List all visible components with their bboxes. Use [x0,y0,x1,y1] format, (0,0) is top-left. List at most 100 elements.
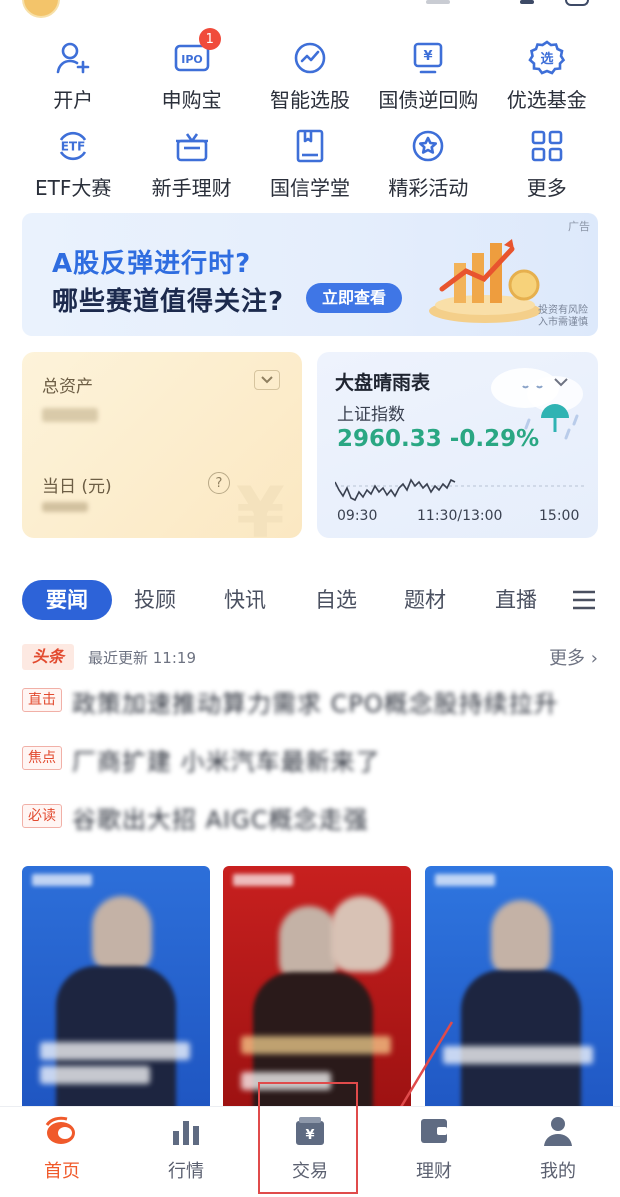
weather-title: 大盘晴雨表 [335,372,431,394]
grid-item-guosen-academy[interactable]: 国信学堂 [251,122,369,208]
brand-logo [435,874,495,886]
tabbar-finance[interactable]: 理财 [372,1107,496,1197]
grid-item-open-account[interactable]: 开户 [14,34,132,122]
ad-banner[interactable]: 广告 A股反弹进行时? 哪些赛道值得关注? 立即查看 投资有风险 入市需谨慎 [22,213,598,336]
tab-flash[interactable]: 快讯 [224,580,266,620]
grid-item-ipo[interactable]: IPO 1 申购宝 [132,28,250,122]
tabbar-label: 行情 [168,1161,204,1182]
grid-item-etf-contest[interactable]: ETF ETF大赛 [14,122,132,208]
quick-grid-row-1: 开户 IPO 1 申购宝 智能选股 ¥ 国债逆回购 选 优选基金 [14,28,606,122]
avatar[interactable] [22,0,60,18]
yen-doc-icon: ¥ [408,38,448,78]
presenter-photo [279,906,339,982]
grid-label: 智能选股 [269,88,350,112]
toutiao-logo: 头条 [22,644,74,670]
grid-label: ETF大赛 [35,176,112,200]
presenter-photo [491,900,551,976]
chevron-right-icon: › [590,648,598,669]
quick-grid: 开户 IPO 1 申购宝 智能选股 ¥ 国债逆回购 选 优选基金 ETF ETF… [14,28,606,208]
presenter-photo [56,966,176,1106]
tab-advisor[interactable]: 投顾 [134,580,176,620]
tabbar-label: 首页 [44,1161,80,1182]
tabbar-market[interactable]: 行情 [124,1107,248,1197]
news-tabs: 要闻 投顾 快讯 自选 题材 直播 [22,580,602,620]
coin-chart-illustration [429,239,541,323]
headlines-header: 头条 最近更新 11:19 更多 › [22,644,598,670]
chevron-down-icon[interactable] [553,372,569,391]
index-name: 上证指数 [337,405,405,425]
video-caption [40,1066,150,1084]
grid-label: 新手理财 [151,176,232,200]
risk-notice: 投资有风险 入市需谨慎 [538,305,588,328]
news-title: 厂商扩建 小米汽车最新来了 [72,748,381,776]
today-pnl-value [42,502,88,512]
banner-headline: A股反弹进行时? [52,249,252,279]
tab-live[interactable]: 直播 [495,580,537,620]
grid-label: 国信学堂 [269,176,350,200]
video-card[interactable] [22,866,210,1106]
grid-label: 国债逆回购 [378,88,479,112]
tabbar-home[interactable]: 首页 [0,1107,124,1197]
gift-box-icon [172,126,212,166]
star-circle-icon [408,126,448,166]
tabbar-label: 我的 [540,1161,576,1182]
grid-label: 精彩活动 [388,176,469,200]
grid-label: 优选基金 [506,88,587,112]
menu-icon[interactable] [572,588,596,612]
grid-item-more[interactable]: 更多 [488,122,606,208]
svg-text:IPO: IPO [181,53,203,66]
svg-text:ETF: ETF [61,140,86,154]
search-icon[interactable] [426,0,450,4]
axis-tick: 11:30/13:00 [417,508,503,524]
today-pnl-label: 当日 (元) [42,477,112,497]
axis-tick: 15:00 [539,508,580,524]
headset-icon[interactable] [520,0,534,4]
ad-tag: 广告 [568,220,590,233]
grid-more-icon [527,126,567,166]
more-link[interactable]: 更多 › [549,644,598,670]
news-tag: 焦点 [22,746,62,770]
banner-cta-button[interactable]: 立即查看 [306,283,403,313]
quick-grid-row-2: ETF ETF大赛 新手理财 国信学堂 精彩活动 更多 [14,122,606,208]
news-item[interactable]: 直击 政策加速推动算力需求 CPO概念股持续拉升 [22,684,598,718]
news-item[interactable]: 必读 谷歌出大招 AIGC概念走强 [22,800,598,834]
help-icon[interactable]: ? [208,472,230,494]
brand-logo [32,874,92,886]
svg-text:¥: ¥ [424,49,433,64]
svg-text:选: 选 [540,51,553,67]
tab-watchlist[interactable]: 自选 [315,580,357,620]
xuan-badge-icon: 选 [527,38,567,78]
chevron-down-icon[interactable] [254,370,280,390]
tab-themes[interactable]: 题材 [404,580,446,620]
market-weather-card[interactable]: 大盘晴雨表 上证指数 2960.33 -0.29% 09:30 11:30/13… [317,352,598,538]
grid-item-activities[interactable]: 精彩活动 [369,122,487,208]
top-strip [0,0,620,18]
grid-item-beginner-finance[interactable]: 新手理财 [132,122,250,208]
grid-item-preferred-funds[interactable]: 选 优选基金 [488,34,606,122]
person-icon [544,1117,572,1146]
grid-item-smart-pick[interactable]: 智能选股 [251,34,369,122]
tabbar-label: 理财 [416,1161,452,1182]
wallet-icon [421,1119,447,1143]
index-quote: 2960.33 -0.29% [337,426,539,452]
bar-chart-icon [173,1121,199,1145]
news-item[interactable]: 焦点 厂商扩建 小米汽车最新来了 [22,742,598,776]
grid-item-reverse-repo[interactable]: ¥ 国债逆回购 [369,34,487,122]
grid-label: 开户 [53,88,94,112]
news-title: 政策加速推动算力需求 CPO概念股持续拉升 [72,690,559,718]
news-tag: 直击 [22,688,62,712]
grid-label: 更多 [526,176,567,200]
news-tag: 必读 [22,804,62,828]
tab-headlines[interactable]: 要闻 [22,580,112,620]
news-title: 谷歌出大招 AIGC概念走强 [72,806,369,834]
banner-subheadline: 哪些赛道值得关注? [52,287,285,317]
notification-badge: 1 [198,28,221,50]
video-caption [40,1042,190,1060]
message-icon[interactable] [565,0,589,6]
total-assets-label: 总资产 [42,377,93,397]
index-change: -0.29% [449,426,540,452]
tabbar-mine[interactable]: 我的 [496,1107,620,1197]
assets-card[interactable]: 总资产 ¥ 当日 (元) ? [22,352,302,538]
presenter-photo [331,896,391,972]
video-caption [443,1046,593,1064]
